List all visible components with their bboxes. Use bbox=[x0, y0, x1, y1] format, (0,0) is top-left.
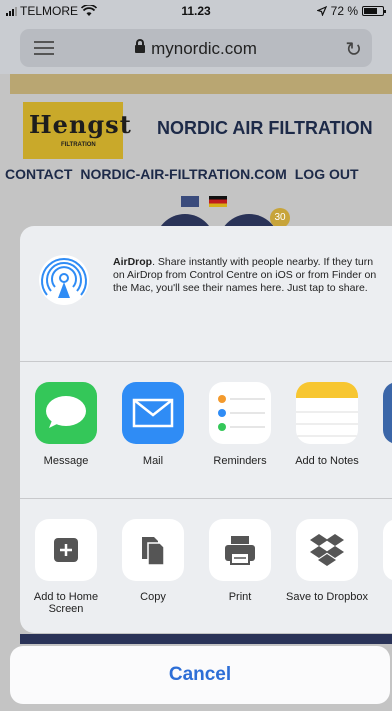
airdrop-body: . Share instantly with people nearby. If… bbox=[113, 256, 377, 294]
german-flag-icon[interactable] bbox=[209, 196, 227, 207]
partial-app-icon bbox=[383, 382, 392, 444]
app-label: R bbox=[371, 455, 392, 467]
dropbox-icon bbox=[296, 519, 358, 581]
cart-badge: 30 bbox=[270, 208, 290, 228]
action-partial[interactable]: F bbox=[371, 519, 392, 603]
action-save-to-dropbox[interactable]: Save to Dropbox bbox=[284, 519, 370, 603]
app-label: Message bbox=[43, 455, 89, 467]
share-app-notes[interactable]: Add to Notes bbox=[284, 382, 370, 467]
notes-icon bbox=[296, 382, 358, 444]
share-app-partial[interactable]: R bbox=[371, 382, 392, 467]
copy-icon bbox=[122, 519, 184, 581]
share-app-reminders[interactable]: Reminders bbox=[197, 382, 283, 467]
cancel-button[interactable]: Cancel bbox=[10, 646, 390, 704]
action-label: Save to Dropbox bbox=[286, 591, 368, 603]
airdrop-description: AirDrop. Share instantly with people nea… bbox=[113, 256, 378, 295]
share-sheet: AirDrop. Share instantly with people nea… bbox=[20, 226, 392, 633]
action-add-to-home-screen[interactable]: Add to Home Screen bbox=[23, 519, 109, 615]
reload-icon[interactable]: ↻ bbox=[345, 37, 362, 62]
nav-site-link[interactable]: NORDIC-AIR-FILTRATION.COM bbox=[80, 166, 286, 182]
message-icon bbox=[35, 382, 97, 444]
hengst-logo: Hengst FILTRATION bbox=[23, 102, 131, 159]
share-app-message[interactable]: Message bbox=[23, 382, 109, 467]
address-bar[interactable]: mynordic.com ↻ bbox=[20, 29, 372, 67]
status-right: 72 % bbox=[316, 4, 386, 18]
location-icon bbox=[316, 6, 327, 16]
status-bar: TELMORE 11.23 72 % bbox=[0, 0, 392, 22]
airdrop-icon bbox=[39, 255, 89, 305]
share-app-mail[interactable]: Mail bbox=[110, 382, 196, 467]
battery-icon bbox=[362, 6, 386, 16]
add-icon bbox=[35, 519, 97, 581]
brand-title: NORDIC AIR FILTRATION bbox=[157, 118, 373, 138]
language-flags bbox=[181, 196, 227, 207]
url-display[interactable]: mynordic.com bbox=[20, 39, 372, 59]
uk-flag-icon[interactable] bbox=[181, 196, 199, 207]
partial-action-icon bbox=[383, 519, 392, 581]
url-text: mynordic.com bbox=[151, 39, 257, 58]
share-apps-row: Message Mail Reminders Add to Notes bbox=[20, 362, 392, 498]
action-label: Print bbox=[228, 591, 252, 603]
logo-text: Hengst bbox=[29, 110, 132, 139]
app-label: Add to Notes bbox=[295, 455, 359, 467]
app-label: Reminders bbox=[213, 455, 267, 467]
mail-icon bbox=[122, 382, 184, 444]
airdrop-title: AirDrop bbox=[113, 256, 153, 268]
action-label: Copy bbox=[140, 591, 166, 603]
nav-logout[interactable]: LOG OUT bbox=[295, 166, 359, 182]
lock-icon bbox=[135, 39, 146, 53]
app-label: Mail bbox=[142, 455, 164, 467]
print-icon bbox=[209, 519, 271, 581]
battery-percent: 72 % bbox=[330, 4, 358, 18]
action-label: F bbox=[371, 591, 392, 603]
share-actions-row: Add to Home Screen Copy Print Save to Dr… bbox=[20, 499, 392, 633]
page-top-band bbox=[10, 74, 392, 94]
page-bottom-band bbox=[20, 634, 392, 644]
action-print[interactable]: Print bbox=[197, 519, 283, 603]
battery-fill bbox=[364, 8, 377, 14]
airdrop-section[interactable]: AirDrop. Share instantly with people nea… bbox=[20, 226, 392, 362]
action-copy[interactable]: Copy bbox=[110, 519, 196, 603]
browser-toolbar: mynordic.com ↻ bbox=[0, 22, 392, 74]
action-label: Add to Home Screen bbox=[33, 591, 99, 615]
logo-subtext: FILTRATION bbox=[61, 142, 96, 148]
reminders-icon bbox=[209, 382, 271, 444]
nav-contact[interactable]: CONTACT bbox=[5, 166, 72, 182]
page-nav: CONTACT NORDIC-AIR-FILTRATION.COM LOG OU… bbox=[5, 166, 359, 182]
